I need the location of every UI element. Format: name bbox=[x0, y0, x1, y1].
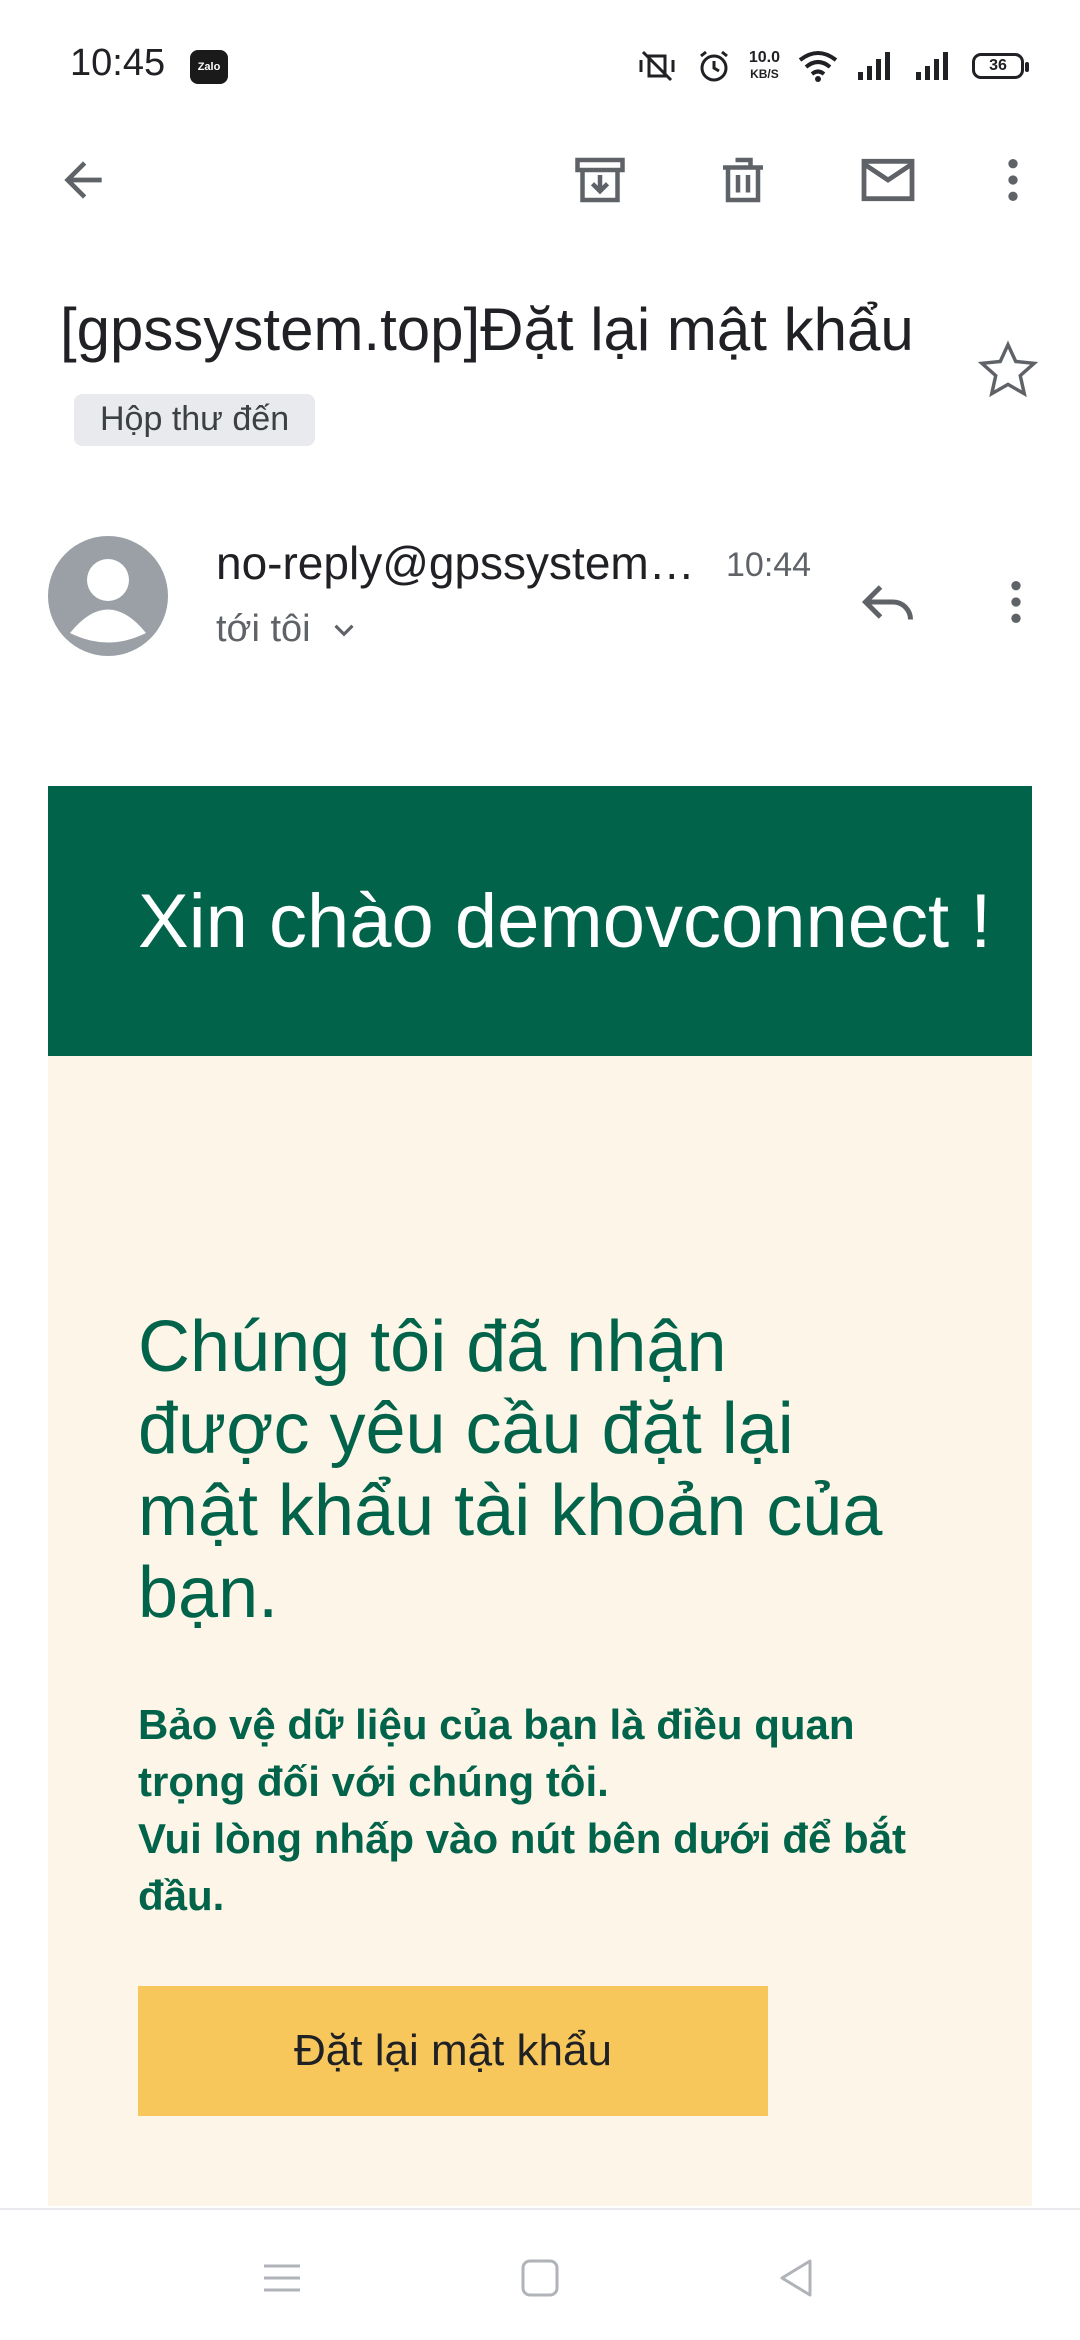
recipient-details-toggle[interactable]: tới tôi bbox=[216, 608, 361, 651]
star-button[interactable] bbox=[972, 334, 1044, 406]
net-speed-unit: KB/S bbox=[750, 67, 779, 81]
reset-password-button[interactable]: Đặt lại mật khẩu bbox=[138, 1986, 768, 2116]
card-text-line-1: Bảo vệ dữ liệu của bạn là điều quan trọn… bbox=[138, 1701, 855, 1805]
email-banner: Xin chào demovconnect ! bbox=[48, 786, 1032, 1056]
more-vert-icon bbox=[1008, 159, 1018, 201]
reply-button[interactable] bbox=[846, 560, 930, 644]
wifi-icon bbox=[798, 51, 838, 82]
subject-text: [gpssystem.top]Đặt lại mật khẩu bbox=[60, 296, 914, 363]
status-time: 10:45 bbox=[70, 42, 166, 84]
sender-name: no-reply@gpssystem.top bbox=[216, 537, 696, 589]
menu-icon bbox=[264, 2264, 300, 2292]
email-time: 10:44 bbox=[726, 546, 812, 584]
home-square-icon bbox=[521, 2259, 559, 2297]
email-subject: [gpssystem.top]Đặt lại mật khẩu Hộp thư … bbox=[60, 284, 940, 468]
signal-icon-sim1 bbox=[858, 52, 890, 80]
system-nav-bar bbox=[0, 2208, 1080, 2340]
delete-button[interactable] bbox=[698, 130, 788, 230]
archive-icon bbox=[575, 157, 625, 203]
star-icon bbox=[977, 340, 1039, 398]
back-button[interactable] bbox=[38, 130, 128, 230]
trash-icon bbox=[723, 157, 763, 203]
chevron-down-icon bbox=[334, 624, 354, 636]
status-bar: 10:45 Zalo 10.0 KB/S 36 bbox=[0, 0, 1080, 130]
card-text-line-2: Vui lòng nhấp vào nút bên dưới để bắt đầ… bbox=[138, 1815, 907, 1919]
signal-icon-sim2 bbox=[916, 52, 948, 80]
battery-indicator: 36 bbox=[972, 53, 1029, 79]
card-heading: Chúng tôi đã nhận được yêu cầu đặt lại m… bbox=[138, 1307, 883, 1633]
more-options-button[interactable] bbox=[968, 130, 1058, 230]
status-indicators: 10.0 KB/S 36 bbox=[635, 44, 1029, 88]
zalo-app-icon: Zalo bbox=[190, 50, 228, 84]
email-toolbar bbox=[0, 130, 1080, 230]
network-speed: 10.0 KB/S bbox=[749, 50, 780, 82]
back-nav-button[interactable] bbox=[746, 2228, 846, 2328]
net-speed-value: 10.0 bbox=[748, 49, 780, 66]
home-button[interactable] bbox=[490, 2228, 590, 2328]
greeting-text: Xin chào demovconnect ! bbox=[138, 879, 992, 964]
recents-button[interactable] bbox=[232, 2228, 332, 2328]
message-more-button[interactable] bbox=[974, 560, 1058, 644]
arrow-left-icon bbox=[64, 161, 102, 199]
archive-button[interactable] bbox=[555, 130, 645, 230]
card-body-text: Bảo vệ dữ liệu của bạn là điều quan trọn… bbox=[138, 1696, 938, 1924]
email-content-card: Chúng tôi đã nhận được yêu cầu đặt lại m… bbox=[48, 1056, 1032, 2206]
mail-icon bbox=[861, 158, 915, 202]
sender-avatar[interactable] bbox=[48, 536, 168, 656]
mark-unread-button[interactable] bbox=[843, 130, 933, 230]
reply-icon bbox=[861, 585, 913, 620]
recipient-text: tới tôi bbox=[216, 608, 311, 650]
inbox-label-chip[interactable]: Hộp thư đến bbox=[74, 394, 316, 447]
person-icon bbox=[70, 559, 146, 643]
alarm-icon bbox=[699, 50, 728, 82]
back-triangle-icon bbox=[780, 2259, 812, 2297]
more-vert-icon bbox=[1011, 581, 1021, 623]
vibrate-mute-icon bbox=[639, 50, 675, 82]
